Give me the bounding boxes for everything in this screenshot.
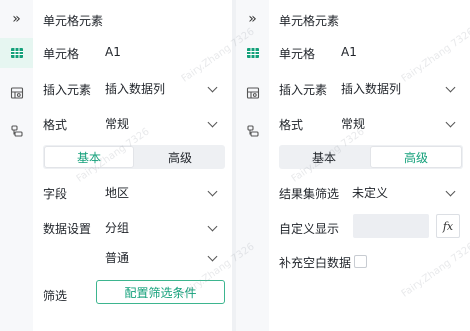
right-panel: » 单元格元素 单元格 A1 插入元素 插入数据列 格式 常规 基本 高级 结果… [236, 0, 470, 331]
cell-value: A1 [105, 45, 121, 59]
right-icon-sidebar: » [236, 0, 269, 331]
field-label: 字段 [43, 187, 68, 201]
custom-display-input[interactable] [353, 214, 429, 238]
right-panel-content: 单元格元素 单元格 A1 插入元素 插入数据列 格式 常规 基本 高级 结果集筛… [269, 0, 470, 331]
tab-advanced[interactable]: 高级 [135, 145, 225, 169]
data-setting-mode-select[interactable]: 普通 [96, 245, 225, 269]
cell-value: A1 [341, 45, 357, 59]
chevron-down-icon [207, 117, 218, 128]
custom-display-label: 自定义显示 [279, 222, 340, 236]
chevron-down-icon [207, 221, 218, 232]
filter-label: 筛选 [43, 289, 68, 303]
format-value: 常规 [341, 116, 366, 131]
insert-element-label: 插入元素 [279, 83, 328, 97]
tab-advanced[interactable]: 高级 [370, 146, 462, 168]
cell-grid-icon[interactable] [236, 38, 269, 68]
insert-element-value: 插入数据列 [105, 81, 166, 96]
insert-element-icon[interactable] [0, 78, 33, 108]
cell-label: 单元格 [279, 47, 316, 61]
cell-input[interactable]: A1 [332, 40, 463, 64]
insert-element-icon[interactable] [236, 78, 269, 108]
tab-basic[interactable]: 基本 [279, 145, 369, 169]
fill-blank-checkbox[interactable] [354, 255, 367, 268]
panel-title: 单元格元素 [279, 14, 340, 28]
chevron-down-icon [207, 186, 218, 197]
left-panel: » 单元格元素 单元格 A1 插入元素 插入数据列 格式 常规 基本 高级 字段… [0, 0, 232, 331]
chevron-down-icon [207, 82, 218, 93]
collapse-double-chevron-icon[interactable]: » [0, 4, 33, 34]
data-bind-icon[interactable] [0, 116, 33, 146]
insert-element-select[interactable]: 插入数据列 [332, 76, 463, 100]
basic-advanced-toggle: 基本 高级 [43, 145, 225, 169]
data-bind-icon[interactable] [236, 116, 269, 146]
data-setting-select[interactable]: 分组 [96, 215, 225, 239]
panel-title: 单元格元素 [43, 14, 104, 28]
result-filter-select[interactable]: 未定义 [343, 180, 463, 204]
cell-label: 单元格 [43, 47, 80, 61]
format-label: 格式 [279, 118, 304, 132]
chevron-down-icon [445, 186, 456, 197]
left-icon-sidebar: » [0, 0, 33, 331]
insert-element-label: 插入元素 [43, 83, 92, 97]
chevron-down-icon [445, 82, 456, 93]
chevron-down-icon [445, 117, 456, 128]
data-setting-mode-value: 普通 [105, 250, 130, 265]
chevron-down-icon [207, 251, 218, 262]
collapse-double-chevron-icon[interactable]: » [236, 4, 269, 34]
tab-basic[interactable]: 基本 [44, 146, 134, 168]
insert-element-select[interactable]: 插入数据列 [96, 76, 225, 100]
result-filter-value: 未定义 [352, 185, 389, 200]
basic-advanced-toggle: 基本 高级 [279, 145, 463, 169]
fill-blank-label: 补充空白数据 [279, 256, 352, 270]
field-value: 地区 [105, 185, 130, 200]
data-setting-value: 分组 [105, 220, 130, 235]
format-label: 格式 [43, 118, 68, 132]
result-filter-label: 结果集筛选 [279, 187, 340, 201]
field-select[interactable]: 地区 [96, 180, 225, 204]
cell-input[interactable]: A1 [96, 40, 225, 64]
format-value: 常规 [105, 116, 130, 131]
format-select[interactable]: 常规 [96, 111, 225, 135]
configure-filter-button[interactable]: 配置筛选条件 [96, 280, 225, 304]
cell-grid-icon[interactable] [0, 38, 33, 68]
left-panel-content: 单元格元素 单元格 A1 插入元素 插入数据列 格式 常规 基本 高级 字段 地… [33, 0, 232, 331]
data-setting-label: 数据设置 [43, 222, 92, 236]
fx-formula-button[interactable]: fx [436, 214, 460, 238]
format-select[interactable]: 常规 [332, 111, 463, 135]
insert-element-value: 插入数据列 [341, 81, 402, 96]
